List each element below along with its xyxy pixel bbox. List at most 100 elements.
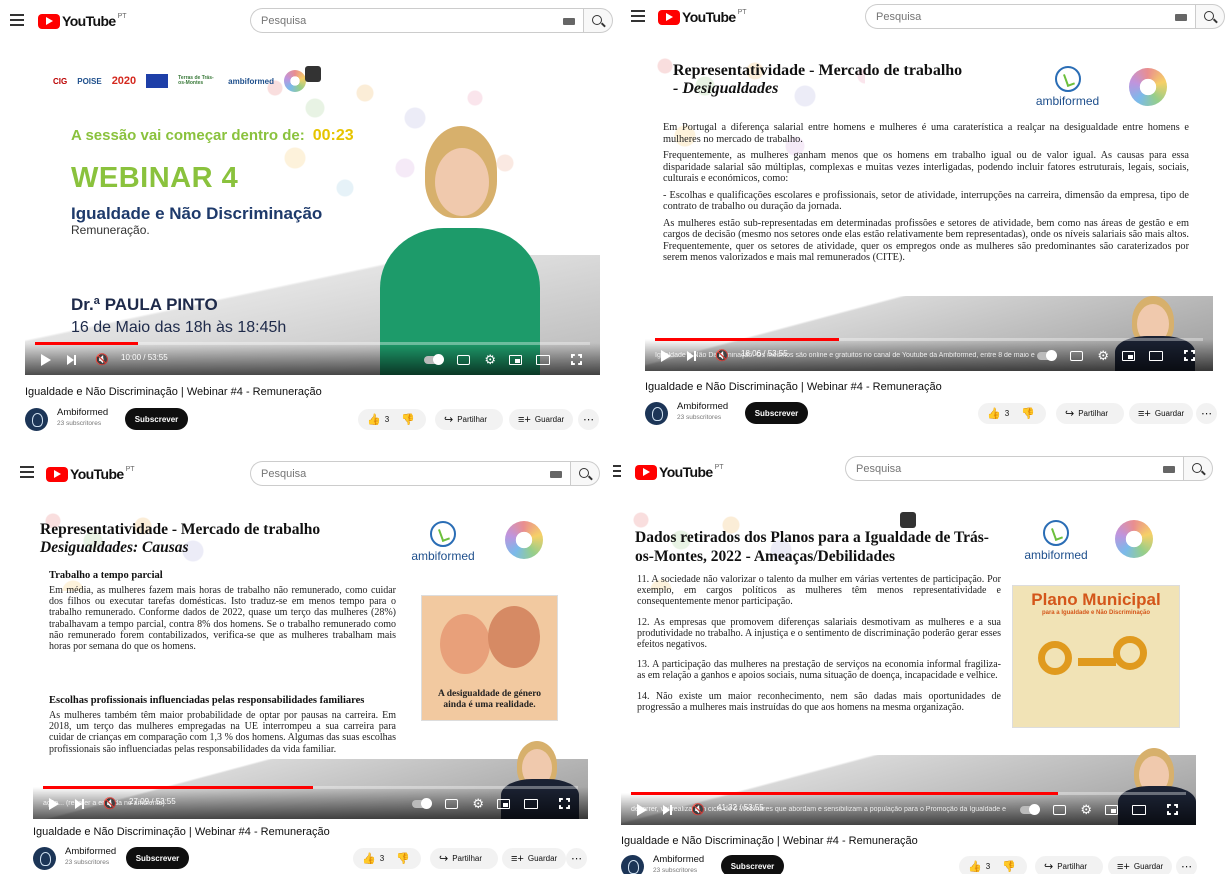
next-icon[interactable]	[663, 805, 672, 815]
more-button[interactable]: ⋯	[566, 848, 587, 869]
settings-icon[interactable]: ⚙	[1080, 803, 1092, 817]
save-button[interactable]: ≡+ Guardar	[1108, 856, 1172, 874]
search-box[interactable]	[250, 461, 570, 486]
youtube-logo[interactable]: YouTube PT	[46, 465, 135, 483]
search-input[interactable]	[261, 467, 551, 480]
channel-avatar[interactable]	[621, 855, 644, 874]
save-button[interactable]: ≡+ Guardar	[502, 848, 566, 869]
dislike-icon[interactable]: 👎	[1021, 407, 1035, 420]
channel-name[interactable]: Ambiformed	[65, 846, 116, 857]
theater-icon[interactable]	[1132, 805, 1146, 815]
channel-name[interactable]: Ambiformed	[677, 401, 728, 412]
expand-icon[interactable]	[305, 66, 321, 82]
keyboard-icon[interactable]	[563, 18, 575, 25]
dislike-icon[interactable]: 👎	[1002, 860, 1016, 873]
settings-icon[interactable]: ⚙	[1097, 349, 1109, 363]
autoplay-toggle[interactable]	[1020, 804, 1040, 815]
like-dislike[interactable]: 👍 3 👎	[978, 403, 1046, 424]
autoplay-toggle[interactable]	[424, 354, 444, 365]
subtitles-icon[interactable]	[1053, 805, 1066, 815]
share-button[interactable]: ↪ Partilhar	[435, 409, 503, 430]
progress-bar[interactable]	[631, 792, 1186, 795]
channel-name[interactable]: Ambiformed	[57, 407, 108, 418]
mute-icon[interactable]: 🔇	[715, 349, 729, 363]
miniplayer-icon[interactable]	[497, 799, 510, 809]
video-player[interactable]: CIG POISE 2020 Terras de Trás-os-Montes …	[25, 48, 600, 375]
more-button[interactable]: ⋯	[1196, 403, 1217, 424]
keyboard-icon[interactable]	[550, 471, 562, 478]
fullscreen-icon[interactable]	[559, 798, 570, 809]
next-icon[interactable]	[67, 355, 76, 365]
menu-icon[interactable]	[10, 14, 24, 26]
share-button[interactable]: ↪ Partilhar	[430, 848, 498, 869]
progress-bar[interactable]	[655, 338, 1203, 341]
like-dislike[interactable]: 👍 3 👎	[959, 856, 1027, 874]
youtube-logo[interactable]: YouTube PT	[635, 463, 724, 481]
like-icon[interactable]: 👍	[968, 860, 982, 873]
keyboard-icon[interactable]	[1163, 466, 1175, 473]
like-icon[interactable]: 👍	[367, 413, 381, 426]
save-button[interactable]: ≡+ Guardar	[1129, 403, 1193, 424]
next-icon[interactable]	[75, 799, 84, 809]
search-box[interactable]	[845, 456, 1183, 481]
youtube-logo[interactable]: YouTube PT	[38, 12, 127, 30]
subtitles-icon[interactable]	[1070, 351, 1083, 361]
subscribe-button[interactable]: Subscrever	[126, 847, 189, 869]
share-button[interactable]: ↪ Partilhar	[1035, 856, 1103, 874]
channel-avatar[interactable]	[645, 402, 668, 425]
more-button[interactable]: ⋯	[578, 409, 599, 430]
menu-icon[interactable]	[20, 466, 34, 478]
settings-icon[interactable]: ⚙	[484, 353, 496, 367]
search-box[interactable]	[250, 8, 583, 33]
autoplay-toggle[interactable]	[1037, 350, 1057, 361]
menu-icon[interactable]	[613, 465, 621, 477]
expand-icon[interactable]	[900, 512, 916, 528]
subscribe-button[interactable]: Subscrever	[125, 408, 188, 430]
search-input[interactable]	[856, 462, 1146, 475]
save-button[interactable]: ≡+ Guardar	[509, 409, 573, 430]
search-box[interactable]	[865, 4, 1195, 29]
autoplay-toggle[interactable]	[412, 798, 432, 809]
fullscreen-icon[interactable]	[571, 354, 582, 365]
theater-icon[interactable]	[1149, 351, 1163, 361]
like-dislike[interactable]: 👍 3 👎	[353, 848, 421, 869]
search-input[interactable]	[261, 14, 551, 27]
play-icon[interactable]	[661, 350, 671, 362]
play-icon[interactable]	[637, 804, 647, 816]
mute-icon[interactable]: 🔇	[95, 353, 109, 367]
video-player[interactable]: Dados retirados dos Planos para a Iguald…	[621, 500, 1196, 825]
channel-avatar[interactable]	[33, 847, 56, 870]
like-icon[interactable]: 👍	[987, 407, 1001, 420]
like-icon[interactable]: 👍	[362, 852, 376, 865]
subscribe-button[interactable]: Subscrever	[721, 855, 784, 874]
dislike-icon[interactable]: 👎	[396, 852, 410, 865]
theater-icon[interactable]	[524, 799, 538, 809]
menu-icon[interactable]	[631, 10, 645, 22]
subscribe-button[interactable]: Subscrever	[745, 402, 808, 424]
settings-icon[interactable]: ⚙	[472, 797, 484, 811]
miniplayer-icon[interactable]	[1122, 351, 1135, 361]
miniplayer-icon[interactable]	[509, 355, 522, 365]
subtitles-icon[interactable]	[445, 799, 458, 809]
like-dislike[interactable]: 👍 3 👎	[358, 409, 426, 430]
search-button[interactable]	[1183, 456, 1213, 481]
share-button[interactable]: ↪ Partilhar	[1056, 403, 1124, 424]
play-icon[interactable]	[41, 354, 51, 366]
next-icon[interactable]	[687, 351, 696, 361]
dislike-icon[interactable]: 👎	[401, 413, 415, 426]
video-player[interactable]: Representatividade - Mercado de trabalho…	[33, 501, 588, 819]
search-input[interactable]	[876, 10, 1166, 23]
subtitles-icon[interactable]	[457, 355, 470, 365]
play-icon[interactable]	[49, 798, 59, 810]
keyboard-icon[interactable]	[1175, 14, 1187, 21]
fullscreen-icon[interactable]	[1184, 350, 1195, 361]
theater-icon[interactable]	[536, 355, 550, 365]
mute-icon[interactable]: 🔇	[691, 803, 705, 817]
miniplayer-icon[interactable]	[1105, 805, 1118, 815]
video-player[interactable]: Representatividade - Mercado de trabalho…	[645, 46, 1213, 371]
progress-bar[interactable]	[35, 342, 590, 345]
search-button[interactable]	[1195, 4, 1225, 29]
channel-name[interactable]: Ambiformed	[653, 854, 704, 865]
search-button[interactable]	[570, 461, 600, 486]
channel-avatar[interactable]	[25, 408, 48, 431]
